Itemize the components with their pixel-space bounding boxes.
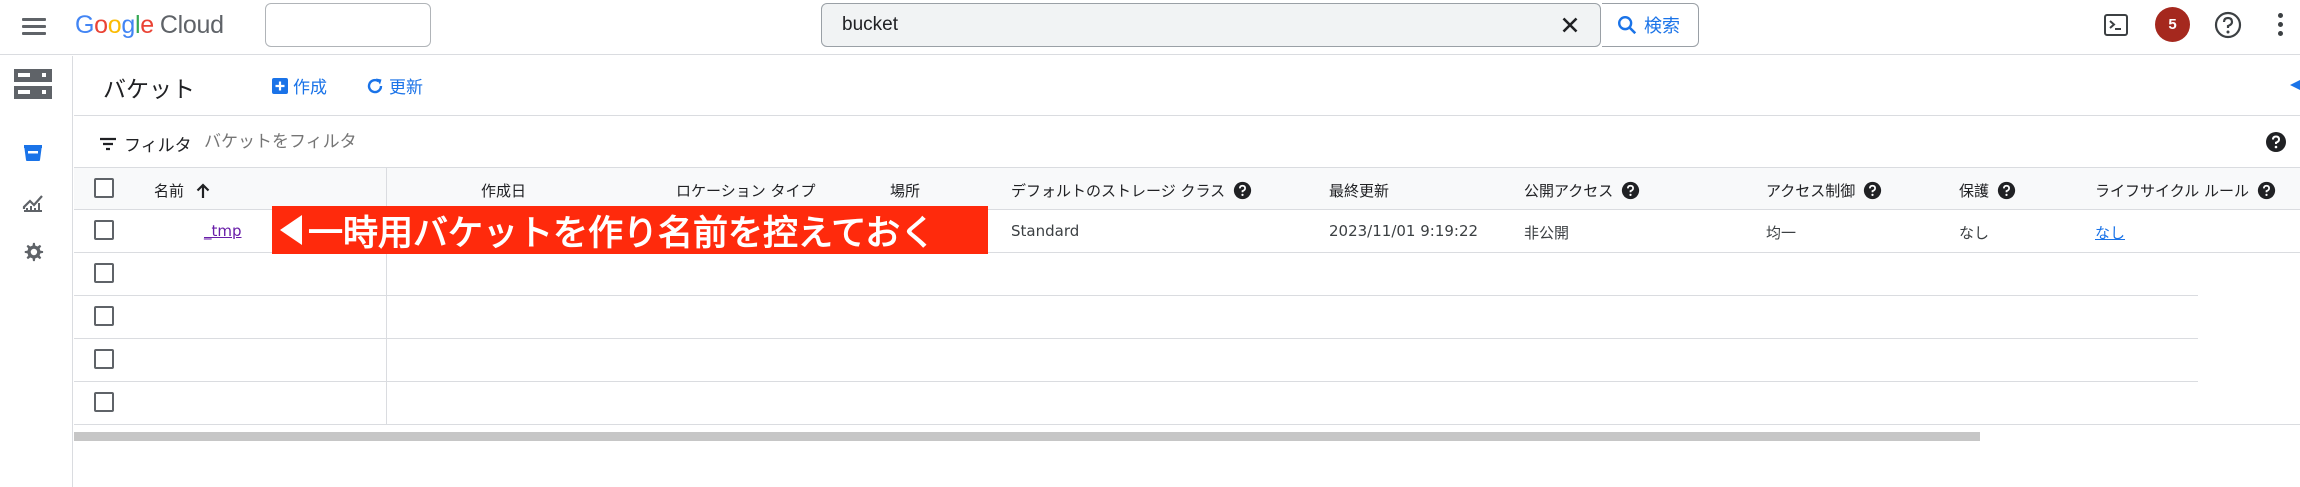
project-picker[interactable] (265, 3, 431, 47)
column-header-name[interactable]: 名前 (154, 180, 212, 201)
top-app-bar: GoogleCloud 検索 5 (0, 0, 2300, 55)
search-icon (1618, 16, 1637, 35)
row-checkbox[interactable] (94, 392, 114, 412)
nav-storage-product-icon[interactable] (13, 64, 53, 104)
left-arrow-icon (280, 215, 302, 245)
public-access-cell: 非公開 (1524, 224, 1570, 242)
sort-ascending-icon (196, 182, 210, 198)
storage-class-cell: Standard (1011, 222, 1080, 240)
row-checkbox[interactable] (94, 263, 114, 283)
help-icon[interactable] (2213, 10, 2243, 40)
help-icon[interactable] (1863, 181, 1882, 200)
filter-help-icon[interactable] (2265, 131, 2287, 153)
annotation-banner: 一時用バケットを作り名前を控えておく (272, 206, 988, 254)
help-icon[interactable] (1997, 181, 2016, 200)
notifications-badge[interactable]: 5 (2155, 7, 2190, 42)
row-mask (2198, 296, 2300, 339)
horizontal-scrollbar[interactable] (74, 432, 1980, 441)
filter-button[interactable]: フィルタ (98, 131, 192, 156)
refresh-icon (367, 78, 383, 93)
row-checkbox[interactable] (94, 220, 114, 240)
side-navigation (0, 56, 73, 487)
row-mask (2198, 339, 2300, 382)
bucket-filter-input[interactable] (204, 127, 804, 157)
nav-buckets-icon[interactable] (13, 132, 53, 172)
nav-monitoring-icon[interactable] (13, 182, 53, 222)
create-bucket-button[interactable]: 作成 (271, 73, 327, 98)
column-header-storage-class[interactable]: デフォルトのストレージ クラス (1011, 180, 1252, 201)
cloud-shell-icon[interactable] (2103, 12, 2129, 38)
refresh-button[interactable]: 更新 (365, 73, 423, 98)
column-header-location[interactable]: 場所 (890, 180, 920, 201)
column-header-updated[interactable]: 最終更新 (1329, 180, 1389, 201)
page-header: バケット 作成 更新 (74, 56, 2300, 116)
filter-bar: フィルタ (74, 117, 2300, 167)
row-mask (2198, 253, 2300, 296)
row-checkbox[interactable] (94, 306, 114, 326)
more-options-icon[interactable] (2275, 12, 2285, 38)
main-menu-icon[interactable] (22, 15, 48, 37)
add-box-icon (272, 77, 288, 94)
lifecycle-rules-link[interactable]: なし (2095, 222, 2125, 243)
column-header-created[interactable]: 作成日 (481, 180, 526, 201)
column-header-lifecycle[interactable]: ライフサイクル ルール (2095, 180, 2276, 201)
updated-cell: 2023/11/01 9:19:22 (1329, 222, 1479, 240)
search-input[interactable] (822, 4, 1600, 46)
column-header-protection[interactable]: 保護 (1959, 180, 2016, 201)
row-checkbox[interactable] (94, 349, 114, 369)
table-row[interactable] (74, 296, 2300, 339)
table-row[interactable] (74, 339, 2300, 382)
nav-settings-gear-icon[interactable] (13, 232, 53, 272)
learn-panel-icon[interactable] (2286, 78, 2300, 92)
protection-cell: なし (1959, 224, 1990, 242)
search-button[interactable]: 検索 (1602, 3, 1699, 47)
access-control-cell: 均一 (1766, 224, 1797, 242)
clear-search-icon[interactable] (1557, 12, 1583, 38)
table-row[interactable] (74, 382, 2300, 425)
column-header-access-control[interactable]: アクセス制御 (1766, 180, 1882, 201)
select-all-checkbox[interactable] (94, 178, 114, 198)
search-bar (821, 3, 1601, 47)
filter-list-icon (100, 137, 116, 150)
column-header-location-type[interactable]: ロケーション タイプ (676, 180, 815, 201)
help-icon[interactable] (1233, 181, 1252, 200)
column-header-public-access[interactable]: 公開アクセス (1524, 180, 1640, 201)
google-cloud-logo[interactable]: Google Cloud (75, 11, 224, 40)
bucket-name-link[interactable]: _tmp (204, 222, 242, 240)
help-icon[interactable] (1621, 181, 1640, 200)
table-row[interactable] (74, 253, 2300, 296)
page-title: バケット (103, 77, 195, 103)
help-icon[interactable] (2257, 181, 2276, 200)
